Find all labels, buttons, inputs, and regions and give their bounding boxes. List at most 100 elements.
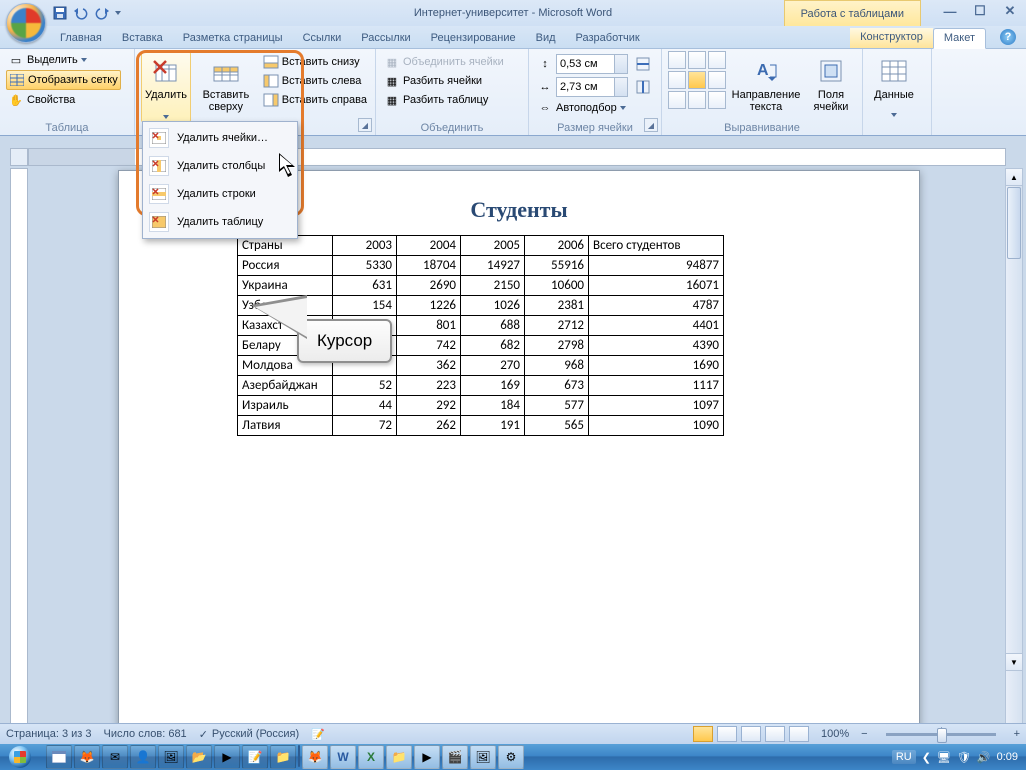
close-button[interactable]: ✕ [1000, 3, 1020, 19]
status-page[interactable]: Страница: 3 из 3 [6, 728, 92, 740]
tab-developer[interactable]: Разработчик [566, 29, 650, 48]
taskbar-app[interactable]: 👤 [130, 745, 156, 769]
quick-access-toolbar [52, 5, 121, 21]
taskbar-app[interactable]: ▶ [414, 745, 440, 769]
delete-rows-icon [149, 184, 169, 204]
split-cells-button[interactable]: ▦Разбить ячейки [382, 72, 506, 90]
autofit-button[interactable]: ⇔Автоподбор [535, 99, 653, 117]
properties-button[interactable]: ✋Свойства [6, 91, 121, 109]
restore-button[interactable]: ☐ [970, 3, 990, 19]
start-button[interactable] [2, 744, 38, 770]
taskbar-app[interactable] [46, 745, 72, 769]
title-bar: Интернет-университет - Microsoft Word Ра… [0, 0, 1026, 26]
group-merge: ▦Объединить ячейки ▦Разбить ячейки ▦Разб… [376, 49, 529, 135]
taskbar-app[interactable]: 📁 [386, 745, 412, 769]
taskbar-app[interactable]: 🖼 [470, 745, 496, 769]
taskbar-app[interactable]: ✉ [102, 745, 128, 769]
system-tray: RU ❮ 🖥 🛡 🔊 0:09 [892, 750, 1024, 764]
tab-page-layout[interactable]: Разметка страницы [173, 29, 293, 48]
tray-language[interactable]: RU [892, 750, 916, 764]
save-icon[interactable] [52, 5, 68, 21]
taskbar-word[interactable]: W [330, 745, 356, 769]
tray-sound-icon[interactable]: 🔊 [977, 751, 991, 764]
data-button[interactable]: Данные [869, 51, 919, 121]
split-table-button[interactable]: ▦Разбить таблицу [382, 91, 506, 109]
tab-insert[interactable]: Вставка [112, 29, 173, 48]
scroll-down-icon[interactable]: ▼ [1006, 653, 1022, 671]
insert-above-icon [210, 55, 242, 87]
insert-above-button[interactable]: Вставить сверху [195, 51, 257, 117]
text-direction-button[interactable]: AНаправление текста [730, 51, 802, 117]
zoom-slider[interactable] [886, 733, 996, 736]
group-launcher-icon[interactable]: ◢ [358, 118, 372, 132]
document-page[interactable]: Студенты Страны2003200420052006Всего сту… [118, 170, 920, 762]
taskbar-app[interactable]: 🎬 [442, 745, 468, 769]
view-full-screen[interactable] [717, 726, 737, 742]
zoom-level[interactable]: 100% [821, 728, 849, 740]
tray-icon[interactable]: ❮ [922, 751, 931, 764]
tab-mailings[interactable]: Рассылки [351, 29, 420, 48]
track-changes-icon[interactable]: 📝 [311, 728, 325, 741]
insert-left-button[interactable]: Вставить слева [261, 72, 369, 90]
status-words[interactable]: Число слов: 681 [104, 728, 187, 740]
callout-cursor: Курсор [297, 319, 392, 363]
qat-more-icon[interactable] [115, 11, 121, 15]
col-width-input[interactable]: ↔2,73 см [535, 76, 653, 98]
delete-cells-item[interactable]: Удалить ячейки… [145, 124, 295, 152]
help-icon[interactable]: ? [1000, 29, 1016, 45]
tab-view[interactable]: Вид [526, 29, 566, 48]
minimize-button[interactable]: — [940, 3, 960, 19]
taskbar-app[interactable]: 📁 [270, 745, 296, 769]
taskbar-app[interactable]: 🦊 [74, 745, 100, 769]
ribbon-tabs: Главная Вставка Разметка страницы Ссылки… [0, 26, 1026, 49]
tray-icon[interactable]: 🖥 [937, 751, 951, 764]
office-button[interactable] [6, 3, 46, 43]
taskbar-app[interactable]: ⚙ [498, 745, 524, 769]
zoom-out-button[interactable]: − [861, 728, 867, 740]
svg-text:A: A [757, 62, 769, 79]
alignment-grid[interactable] [668, 51, 726, 109]
group-data: Данные [863, 49, 932, 135]
zoom-thumb[interactable] [937, 728, 947, 743]
tab-table-design[interactable]: Конструктор [850, 28, 933, 48]
taskbar-app[interactable]: X [358, 745, 384, 769]
view-web[interactable] [741, 726, 761, 742]
select-button[interactable]: ▭Выделить [6, 51, 121, 69]
delete-columns-item[interactable]: Удалить столбцы [145, 152, 295, 180]
insert-right-button[interactable]: Вставить справа [261, 91, 369, 109]
delete-rows-item[interactable]: Удалить строки [145, 180, 295, 208]
view-gridlines-button[interactable]: Отобразить сетку [6, 70, 121, 90]
taskbar-app[interactable]: 📝 [242, 745, 268, 769]
view-print-layout[interactable] [693, 726, 713, 742]
delete-button[interactable]: Удалить [141, 51, 191, 123]
row-height-input[interactable]: ↕0,53 см [535, 53, 653, 75]
status-language[interactable]: ✓Русский (Россия) [199, 728, 300, 741]
taskbar-app[interactable]: 📂 [186, 745, 212, 769]
scroll-thumb[interactable] [1007, 187, 1021, 259]
tab-review[interactable]: Рецензирование [421, 29, 526, 48]
ruler-corner[interactable] [10, 148, 28, 166]
vertical-scrollbar[interactable]: ▲ ▼ [1005, 168, 1023, 724]
undo-icon[interactable] [73, 5, 89, 21]
redo-icon[interactable] [94, 5, 110, 21]
zoom-in-button[interactable]: + [1014, 728, 1020, 740]
insert-below-button[interactable]: Вставить снизу [261, 53, 369, 71]
scroll-up-icon[interactable]: ▲ [1006, 169, 1022, 186]
tab-home[interactable]: Главная [50, 29, 112, 48]
group-launcher-icon[interactable]: ◢ [644, 118, 658, 132]
taskbar-app[interactable]: 🖼 [158, 745, 184, 769]
group-alignment: AНаправление текста Поля ячейки Выравнив… [662, 49, 863, 135]
taskbar-app[interactable]: ▶ [214, 745, 240, 769]
taskbar-app[interactable]: 🦊 [302, 745, 328, 769]
view-draft[interactable] [789, 726, 809, 742]
spellcheck-icon: ✓ [199, 728, 208, 741]
tray-icon[interactable]: 🛡 [957, 751, 971, 764]
tray-clock[interactable]: 0:09 [997, 751, 1018, 763]
tab-table-layout[interactable]: Макет [933, 28, 986, 49]
group-cell-size: ↕0,53 см ↔2,73 см ⇔Автоподбор Размер яче… [529, 49, 662, 135]
view-outline[interactable] [765, 726, 785, 742]
delete-table-item[interactable]: Удалить таблицу [145, 208, 295, 236]
vertical-ruler[interactable] [10, 168, 28, 724]
tab-references[interactable]: Ссылки [293, 29, 352, 48]
cell-margins-button[interactable]: Поля ячейки [806, 51, 856, 117]
